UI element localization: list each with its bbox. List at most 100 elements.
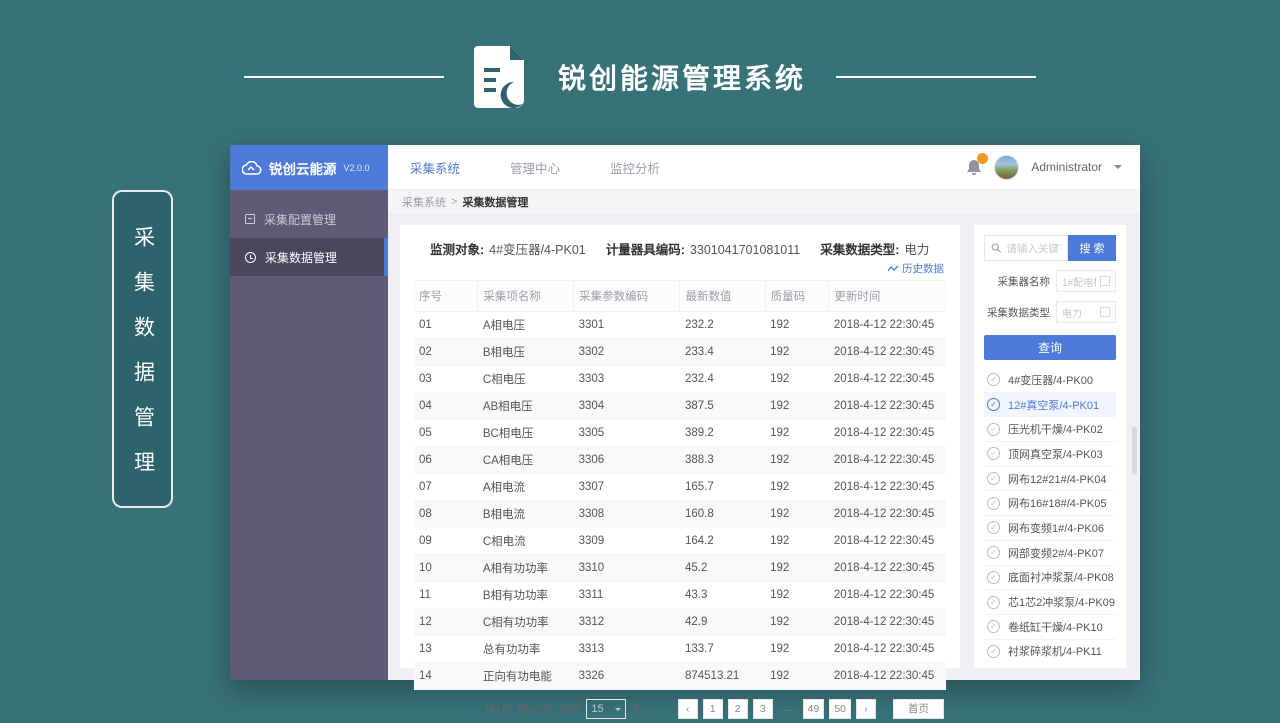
page-button-1[interactable]: 1 xyxy=(703,699,723,719)
table-cell: 12 xyxy=(414,609,478,636)
table-cell: 43.3 xyxy=(680,582,765,609)
device-item[interactable]: ✓网布变频1#/4-PK06 xyxy=(984,516,1116,541)
nav-tab-monitor-analysis[interactable]: 监控分析 xyxy=(610,158,660,177)
device-item-label: 衬浆碎浆机/4-PK11 xyxy=(1008,643,1102,659)
breadcrumb-parent[interactable]: 采集系统 xyxy=(402,194,446,210)
table-cell: 160.8 xyxy=(680,501,765,528)
history-row: 历史数据 xyxy=(414,258,946,280)
table-row[interactable]: 02B相电压3302233.41922018-4-12 22:30:45 xyxy=(414,339,946,366)
banner-left-line xyxy=(244,76,444,78)
page-button-50[interactable]: 50 xyxy=(829,699,851,719)
table-row[interactable]: 01A相电压3301232.21922018-4-12 22:30:45 xyxy=(414,312,946,339)
app-topbar: 采集系统 管理中心 监控分析 Administrator xyxy=(388,145,1140,190)
table-row[interactable]: 05BC相电压3305389.21922018-4-12 22:30:45 xyxy=(414,420,946,447)
sidebar-item-collect-config[interactable]: 采集配置管理 xyxy=(230,200,388,238)
search-row: 请输入关键字 搜 索 xyxy=(984,235,1116,261)
pagination-summary: 共1页 第1/1页 每页 15 条 xyxy=(484,699,642,719)
table-cell: 06 xyxy=(414,447,478,474)
table-cell: 2018-4-12 22:30:45 xyxy=(829,636,946,663)
select-suffix-icon xyxy=(1100,307,1110,317)
device-item[interactable]: ✓4#变压器/4-PK00 xyxy=(984,368,1116,393)
check-circle-icon: ✓ xyxy=(987,373,1000,386)
table-cell: CA相电压 xyxy=(478,447,574,474)
table-cell: 2018-4-12 22:30:45 xyxy=(829,447,946,474)
first-page-button[interactable]: 首页 xyxy=(893,699,944,719)
table-row[interactable]: 11B相有功功率331143.31922018-4-12 22:30:45 xyxy=(414,582,946,609)
search-input[interactable]: 请输入关键字 xyxy=(984,235,1068,261)
pagination-total: 共1页 xyxy=(484,701,512,717)
page-button-3[interactable]: 3 xyxy=(753,699,773,719)
table-header-cell: 采集参数编码 xyxy=(574,281,680,312)
table-cell: 正向有功电能 xyxy=(478,663,574,690)
table-row[interactable]: 10A相有功功率331045.21922018-4-12 22:30:45 xyxy=(414,555,946,582)
device-item[interactable]: ✓芯1芯2冲浆泵/4-PK09 xyxy=(984,590,1116,615)
table-header-cell: 最新数值 xyxy=(680,281,765,312)
table-cell: 2018-4-12 22:30:45 xyxy=(829,582,946,609)
search-button[interactable]: 搜 索 xyxy=(1068,235,1116,261)
device-item[interactable]: ✓ 衬浆碎浆机/4-PK11 xyxy=(984,640,1116,662)
table-cell: 3313 xyxy=(574,636,680,663)
history-data-link[interactable]: 历史数据 xyxy=(888,261,944,276)
notification-bell-icon[interactable] xyxy=(966,158,982,176)
device-item[interactable]: ✓网布16#18#/4-PK05 xyxy=(984,491,1116,516)
pagination-current: 第1/1页 xyxy=(517,701,554,717)
table-row[interactable]: 09C相电流3309164.21922018-4-12 22:30:45 xyxy=(414,528,946,555)
table-cell: 192 xyxy=(765,663,829,690)
per-page-select[interactable]: 15 xyxy=(586,699,626,719)
device-item[interactable]: ✓网部变频2#/4-PK07 xyxy=(984,541,1116,566)
config-icon xyxy=(245,214,255,224)
device-item[interactable]: ✓卷纸缸干燥/4-PK10 xyxy=(984,615,1116,640)
sidebar-item-collect-data[interactable]: 采集数据管理 xyxy=(230,238,388,276)
page-button-49[interactable]: 49 xyxy=(803,699,825,719)
table-cell: 2018-4-12 22:30:45 xyxy=(829,339,946,366)
device-item[interactable]: ✓底面衬冲浆泵/4-PK08 xyxy=(984,566,1116,591)
page-button-2[interactable]: 2 xyxy=(728,699,748,719)
table-row[interactable]: 07A相电流3307165.71922018-4-12 22:30:45 xyxy=(414,474,946,501)
table-header-cell: 采集项名称 xyxy=(478,281,574,312)
prev-page-button[interactable]: ‹ xyxy=(678,699,698,719)
table-cell: 02 xyxy=(414,339,478,366)
device-item-label: 网部变频2#/4-PK07 xyxy=(1008,545,1104,561)
device-item-label: 压光机干燥/4-PK02 xyxy=(1008,421,1103,437)
collect-type-label: 采集数据类型 xyxy=(984,305,1050,320)
chevron-down-icon[interactable] xyxy=(1114,165,1122,173)
breadcrumb-current: 采集数据管理 xyxy=(462,194,528,210)
table-row[interactable]: 14正向有功电能3326874513.211922018-4-12 22:30:… xyxy=(414,663,946,690)
search-placeholder: 请输入关键字 xyxy=(1006,241,1061,256)
table-cell: 07 xyxy=(414,474,478,501)
cloud-icon xyxy=(242,161,262,175)
table-row[interactable]: 03C相电压3303232.41922018-4-12 22:30:45 xyxy=(414,366,946,393)
per-page-label: 每页 xyxy=(559,701,581,717)
check-circle-icon: ✓ xyxy=(987,497,1000,510)
table-cell: 192 xyxy=(765,312,829,339)
table-cell: 04 xyxy=(414,393,478,420)
table-row[interactable]: 12C相有功功率331242.91922018-4-12 22:30:45 xyxy=(414,609,946,636)
collect-type-select[interactable]: 电力 xyxy=(1056,301,1116,323)
device-item-label: 芯1芯2冲浆泵/4-PK09 xyxy=(1008,594,1115,610)
device-item[interactable]: ✓网布12#21#/4-PK04 xyxy=(984,467,1116,492)
scrollbar-thumb[interactable] xyxy=(1132,427,1137,475)
user-avatar[interactable] xyxy=(994,155,1019,180)
table-row[interactable]: 04AB相电压3304387.51922018-4-12 22:30:45 xyxy=(414,393,946,420)
check-circle-icon: ✓ xyxy=(987,645,1000,658)
table-cell: A相有功功率 xyxy=(478,555,574,582)
nav-tab-manage-center[interactable]: 管理中心 xyxy=(510,158,560,177)
table-cell: 3310 xyxy=(574,555,680,582)
nav-tab-collect-system[interactable]: 采集系统 xyxy=(410,158,460,177)
collector-name-select[interactable]: 1#配电柜采集器 xyxy=(1056,270,1116,292)
table-cell: A相电流 xyxy=(478,474,574,501)
table-cell: 3309 xyxy=(574,528,680,555)
table-row[interactable]: 08B相电流3308160.81922018-4-12 22:30:45 xyxy=(414,501,946,528)
device-item[interactable]: ✓压光机干燥/4-PK02 xyxy=(984,417,1116,442)
table-cell: C相有功功率 xyxy=(478,609,574,636)
device-item[interactable]: ✓12#真空泵/4-PK01 xyxy=(984,393,1116,418)
table-row[interactable]: 13总有功功率3313133.71922018-4-12 22:30:45 xyxy=(414,636,946,663)
device-item-label: 网布12#21#/4-PK04 xyxy=(1008,471,1106,487)
sidebar-logo-version: V2.0.0 xyxy=(344,163,370,173)
next-page-button[interactable]: › xyxy=(856,699,876,719)
history-data-link-label: 历史数据 xyxy=(902,261,944,276)
table-row[interactable]: 06CA相电压3306388.31922018-4-12 22:30:45 xyxy=(414,447,946,474)
query-button[interactable]: 查询 xyxy=(984,335,1116,360)
page-ellipsis: ... xyxy=(778,699,798,719)
device-item[interactable]: ✓顶网真空泵/4-PK03 xyxy=(984,442,1116,467)
